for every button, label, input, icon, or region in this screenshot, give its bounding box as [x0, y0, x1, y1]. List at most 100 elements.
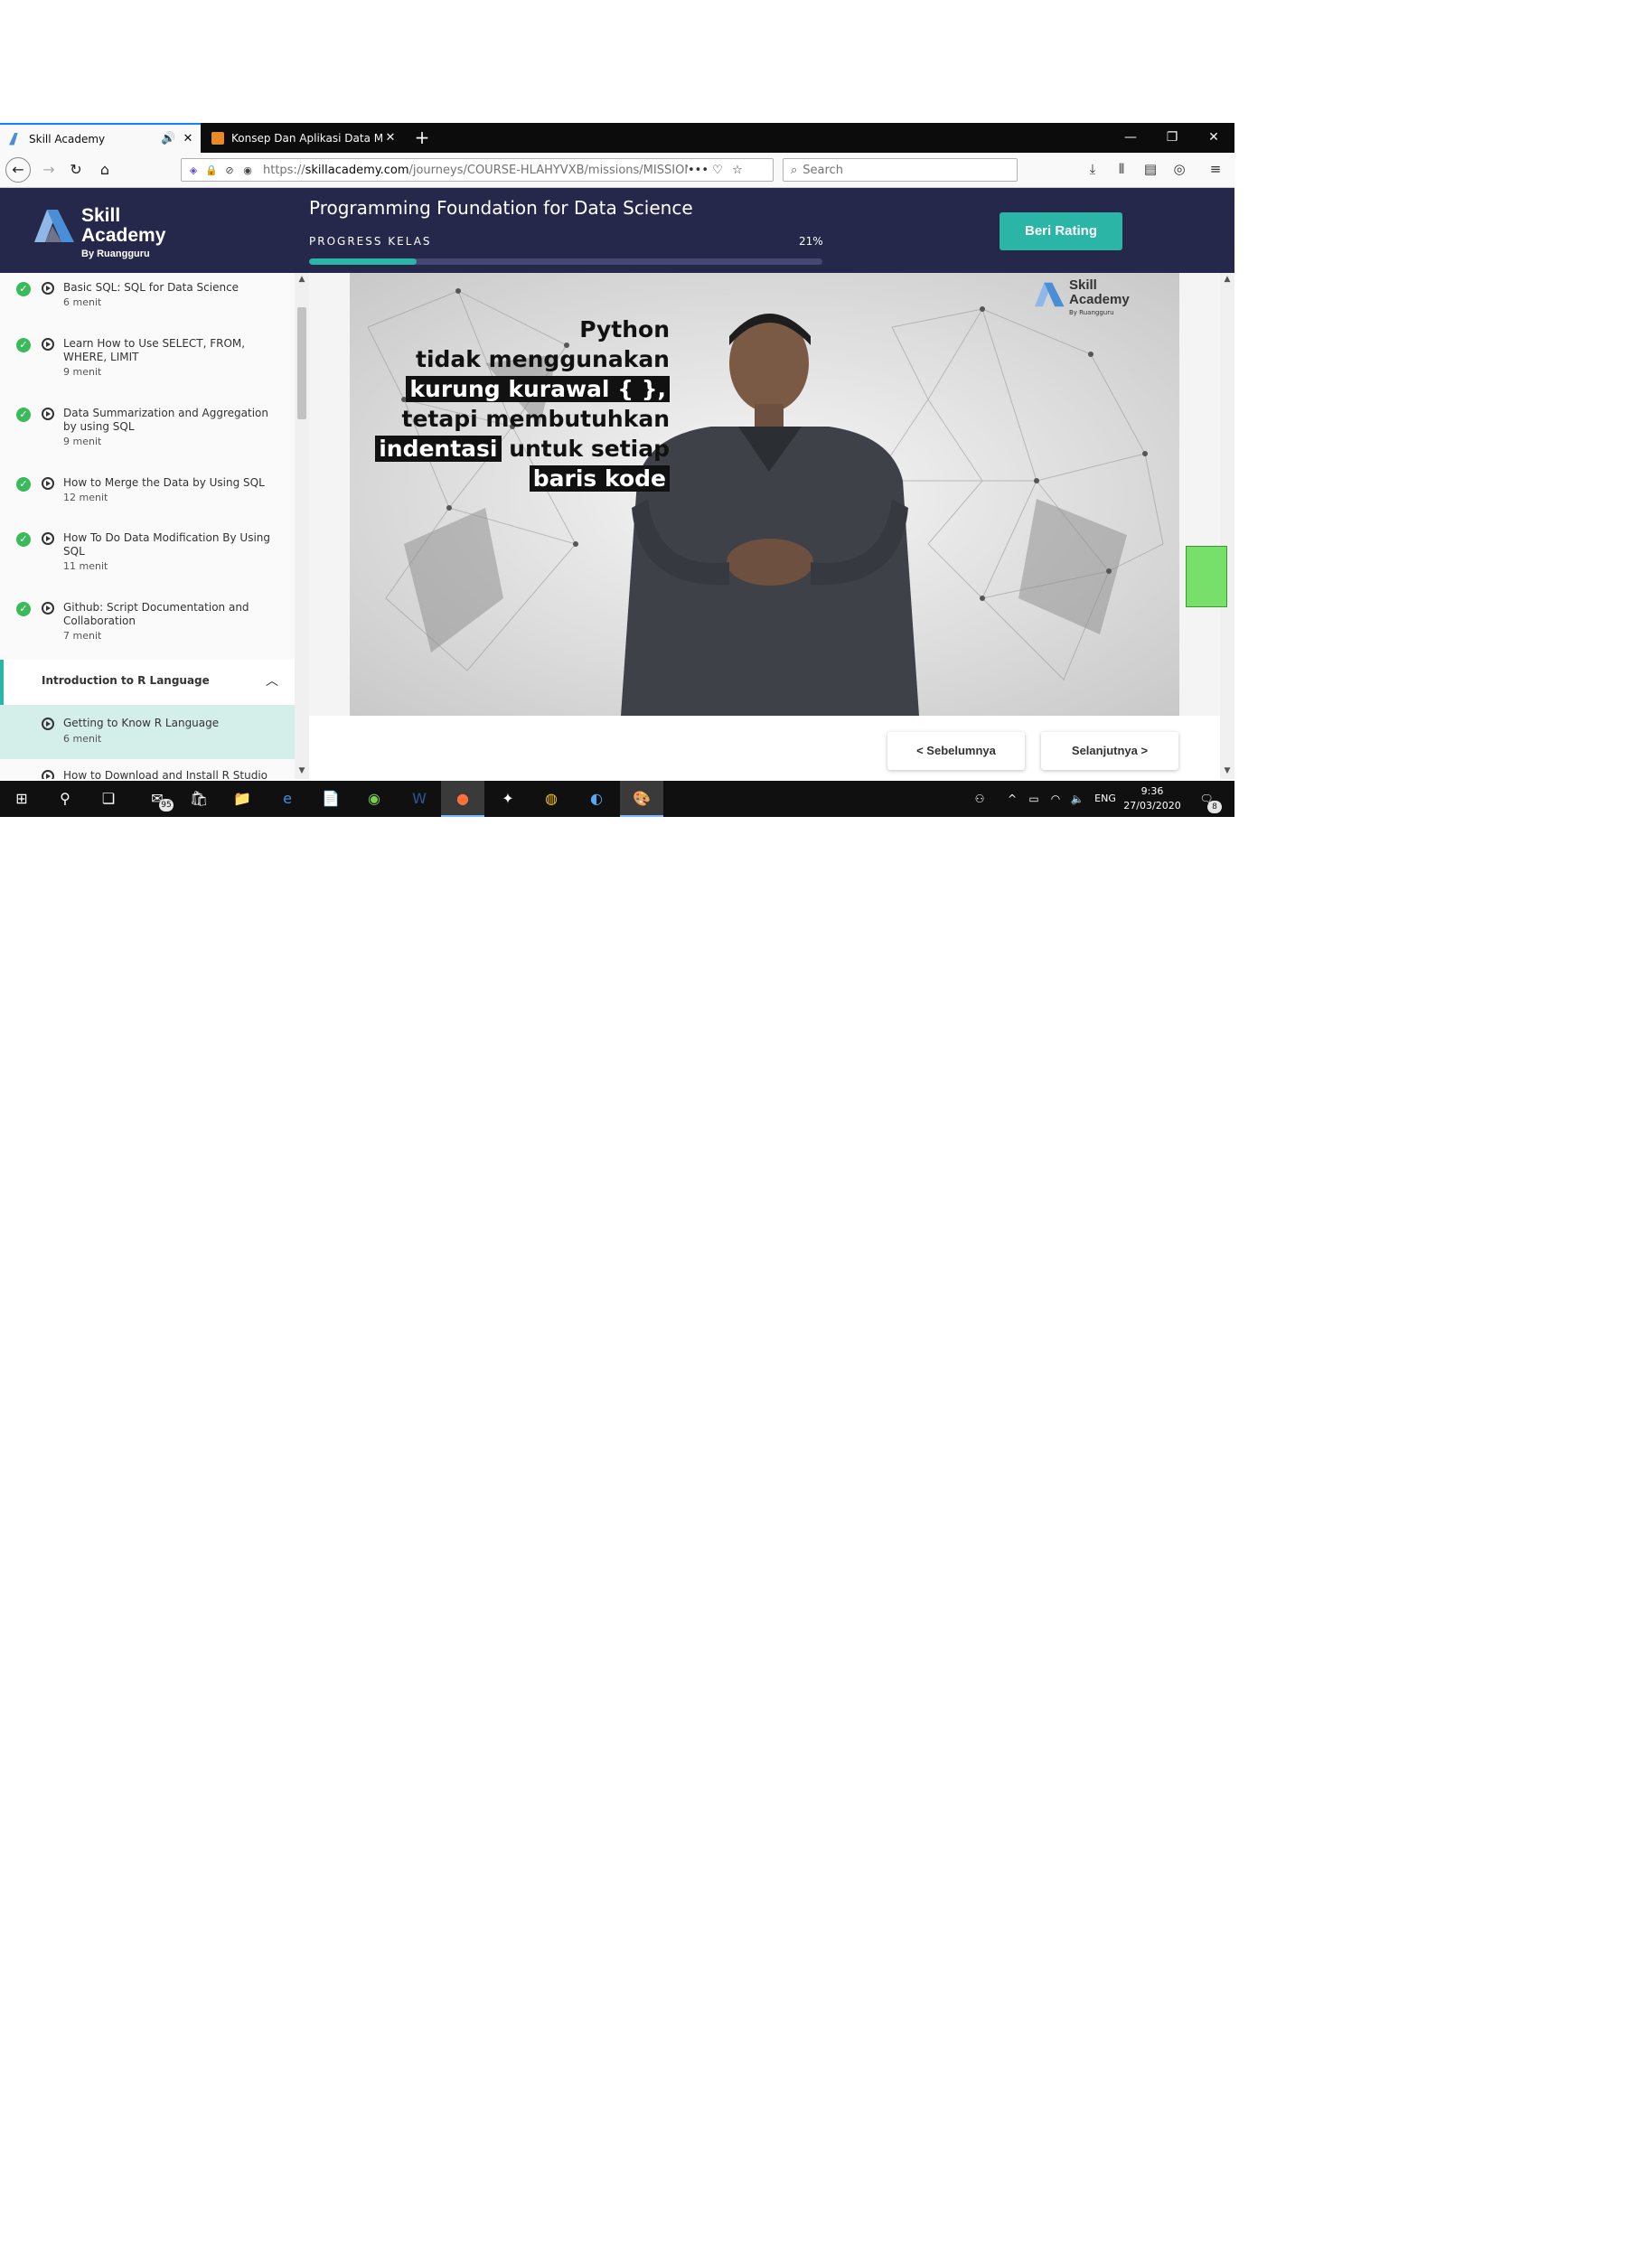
browser-tab-bar: Skill Academy 🔊 ✕ Konsep Dan Aplikasi Da…: [0, 123, 1234, 153]
lesson-title: Data Summarization and Aggregation by us…: [63, 407, 268, 433]
scroll-up-icon[interactable]: ▲: [1220, 275, 1234, 284]
scroll-down-icon[interactable]: ▼: [295, 766, 309, 775]
clock[interactable]: 9:36 27/03/2020: [1121, 784, 1184, 813]
browser-app-icon[interactable]: ◐: [575, 781, 618, 817]
android-studio-icon[interactable]: ◉: [352, 781, 396, 817]
next-button[interactable]: Selanjutnya >: [1041, 732, 1178, 770]
sidebar-toggle-icon[interactable]: ▤: [1140, 161, 1160, 179]
progress-label: PROGRESS KELAS: [309, 235, 432, 248]
clock-time: 9:36: [1140, 785, 1164, 797]
logo-line-1: Skill: [81, 205, 121, 226]
new-tab-button[interactable]: +: [408, 123, 436, 153]
restore-icon[interactable]: ❐: [1151, 123, 1193, 153]
watermark-by: By Ruangguru: [1069, 309, 1114, 316]
library-icon[interactable]: ⫴: [1112, 161, 1131, 179]
battery-icon[interactable]: ▭: [1025, 781, 1043, 817]
tab-konsep-data-mining[interactable]: Konsep Dan Aplikasi Data Minin ✕: [202, 123, 403, 153]
search-icon: ⌕: [791, 163, 798, 177]
lesson-title: Github: Script Documentation and Collabo…: [63, 601, 249, 627]
caption-highlight: baris kode: [529, 465, 670, 492]
skill-academy-logo[interactable]: Skill Academy By Ruangguru: [34, 206, 179, 260]
course-title: Programming Foundation for Data Science: [309, 197, 693, 219]
autoplay-icon[interactable]: ◉: [241, 164, 254, 176]
start-windows-icon[interactable]: ⊞: [0, 781, 43, 817]
skill-academy-logo-icon: [34, 210, 74, 242]
forward-button[interactable]: →: [36, 157, 61, 183]
close-tab-icon[interactable]: ✕: [181, 132, 195, 145]
chrome-icon[interactable]: ◍: [530, 781, 573, 817]
mail-icon[interactable]: ✉ 95: [136, 781, 179, 817]
speaker-icon[interactable]: 🔊: [161, 132, 175, 145]
current-lesson-item[interactable]: Getting to Know R Language 6 menit: [0, 705, 295, 759]
clock-date: 27/03/2020: [1123, 800, 1181, 812]
permissions-icon[interactable]: ⊘: [223, 164, 236, 176]
menu-icon[interactable]: ≡: [1206, 161, 1225, 179]
floating-widget[interactable]: [1186, 546, 1227, 607]
store-icon[interactable]: 🛍: [177, 781, 221, 817]
play-circle-icon: [42, 477, 54, 490]
page-scrollbar[interactable]: ▲ ▼: [1220, 273, 1234, 779]
file-explorer-icon[interactable]: 📁: [221, 781, 264, 817]
search-icon[interactable]: ⚲: [43, 781, 87, 817]
blogger-favicon-icon: [211, 131, 224, 145]
lock-icon[interactable]: 🔒: [205, 164, 218, 176]
sidebar-scrollbar[interactable]: ▲ ▼: [295, 273, 309, 779]
completed-check-icon: ✓: [16, 282, 31, 296]
home-icon[interactable]: ⌂: [92, 157, 117, 183]
lesson-item[interactable]: ✓ Data Summarization and Aggregation by …: [0, 406, 295, 460]
volume-icon[interactable]: 🔈: [1068, 781, 1086, 817]
completed-check-icon: ✓: [16, 338, 31, 352]
lesson-title: How to Merge the Data by Using SQL: [63, 476, 265, 489]
reload-icon[interactable]: ↻: [63, 157, 89, 183]
close-tab-icon[interactable]: ✕: [383, 131, 398, 145]
people-icon[interactable]: ⚇: [971, 781, 989, 817]
lesson-item[interactable]: ✓ Basic SQL: SQL for Data Science 6 meni…: [0, 280, 295, 325]
tab-skill-academy[interactable]: Skill Academy 🔊 ✕: [0, 123, 201, 153]
lesson-duration: 7 menit: [63, 630, 102, 642]
lesson-item[interactable]: How to Download and Install R Studio: [0, 768, 295, 779]
edge-icon[interactable]: e: [266, 781, 309, 817]
url-text: https://skillacademy.com/journeys/COURSE…: [263, 164, 688, 177]
chevron-up-icon[interactable]: ︿: [266, 671, 278, 690]
notification-icon[interactable]: 🗨 8: [1193, 781, 1222, 817]
back-button[interactable]: ←: [5, 157, 31, 183]
lesson-item[interactable]: ✓ Learn How to Use SELECT, FROM, WHERE, …: [0, 336, 295, 390]
rating-button[interactable]: Beri Rating: [1000, 212, 1122, 250]
scroll-up-icon[interactable]: ▲: [295, 275, 309, 284]
downloads-icon[interactable]: ⤓: [1083, 161, 1103, 179]
pocket-icon[interactable]: ♡: [708, 164, 727, 177]
paint-icon[interactable]: 🎨: [620, 781, 663, 817]
lesson-item[interactable]: ✓ Github: Script Documentation and Colla…: [0, 600, 295, 654]
video-caption: Python tidak menggunakan kurung kurawal …: [375, 314, 670, 493]
lesson-item[interactable]: ✓ How to Merge the Data by Using SQL 12 …: [0, 475, 295, 521]
lesson-title: Basic SQL: SQL for Data Science: [63, 281, 239, 294]
language-indicator[interactable]: ENG: [1090, 781, 1121, 817]
scroll-down-icon[interactable]: ▼: [1220, 766, 1234, 775]
document-app-icon[interactable]: 📄: [309, 781, 352, 817]
page-actions-icon[interactable]: •••: [688, 164, 709, 177]
firefox-icon[interactable]: ●: [441, 781, 484, 817]
lesson-item[interactable]: ✓ How To Do Data Modification By Using S…: [0, 530, 295, 585]
task-view-icon[interactable]: ❏: [87, 781, 130, 817]
tracking-shield-icon[interactable]: ◈: [187, 164, 200, 176]
url-bar[interactable]: ◈ 🔒 ⊘ ◉ https://skillacademy.com/journey…: [181, 158, 774, 182]
minimize-icon[interactable]: —: [1110, 123, 1151, 153]
previous-button[interactable]: < Sebelumnya: [887, 732, 1025, 770]
watermark-line-1: Skill: [1069, 277, 1097, 293]
caption-line: tidak menggunakan: [416, 346, 670, 372]
lesson-title: How To Do Data Modification By Using SQL: [63, 531, 271, 558]
tray-chevron-up-icon[interactable]: ^: [1003, 781, 1021, 817]
bookmark-star-icon[interactable]: ☆: [727, 164, 747, 177]
video-player[interactable]: Python tidak menggunakan kurung kurawal …: [350, 273, 1179, 716]
account-icon[interactable]: ◎: [1169, 161, 1189, 179]
progress-bar: [309, 258, 822, 265]
app-icon[interactable]: ✦: [486, 781, 530, 817]
word-icon[interactable]: W: [398, 781, 441, 817]
search-placeholder: Search: [803, 163, 843, 177]
wifi-icon[interactable]: ◠: [1047, 781, 1065, 817]
lesson-duration: 9 menit: [63, 436, 102, 447]
sidebar-scroll-thumb[interactable]: [297, 307, 306, 419]
close-window-icon[interactable]: ✕: [1193, 123, 1234, 153]
section-header[interactable]: Introduction to R Language ︿: [0, 660, 295, 705]
search-input[interactable]: ⌕ Search: [783, 158, 1018, 182]
